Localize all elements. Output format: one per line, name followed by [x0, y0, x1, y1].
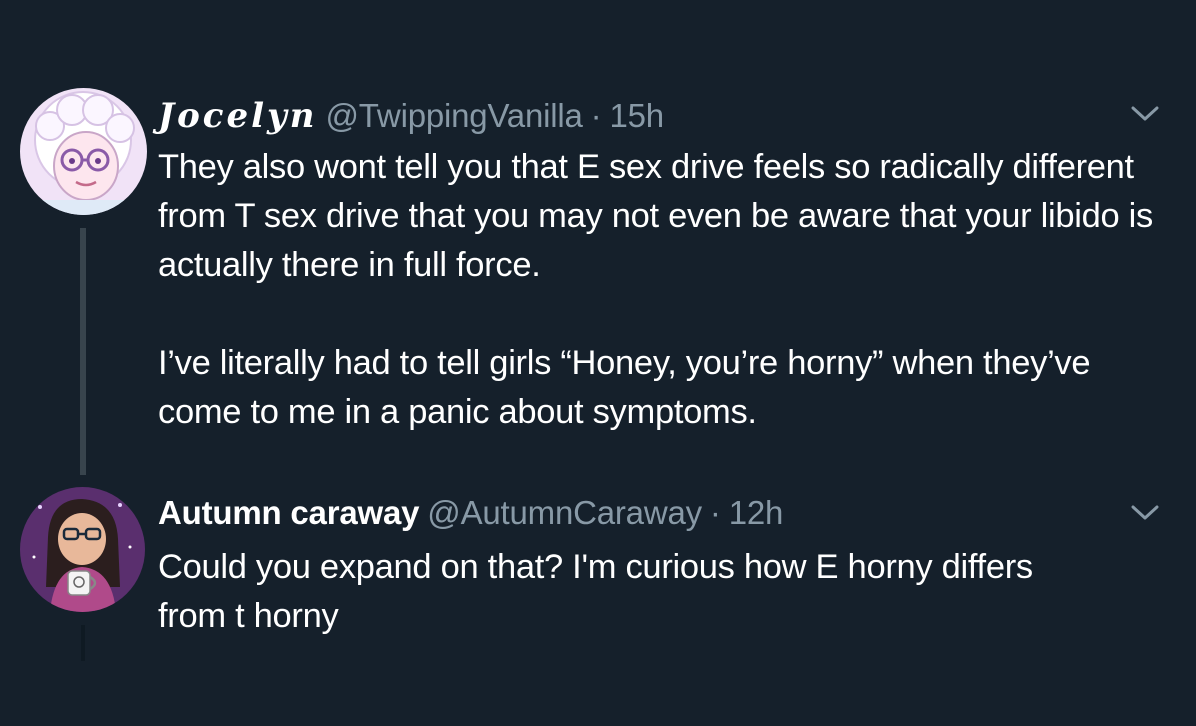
thread-line	[80, 228, 86, 475]
cartoon-girl-with-mug-avatar	[20, 487, 145, 612]
display-name[interactable]: Jocelyn	[158, 96, 318, 136]
user-handle[interactable]: @AutumnCaraway	[427, 494, 702, 531]
avatar[interactable]	[20, 88, 147, 215]
tweet-2[interactable]: Autumn caraway @AutumnCaraway · 12h Could y…	[0, 480, 1196, 726]
tweet-1[interactable]: Jocelyn @TwippingVanilla · 15h They also wo…	[0, 0, 1196, 480]
cartoon-woman-avatar	[20, 88, 147, 215]
timestamp[interactable]: 15h	[609, 97, 664, 134]
separator-dot: ·	[590, 97, 602, 134]
separator-dot: ·	[709, 494, 721, 531]
chevron-down-icon[interactable]	[1130, 104, 1160, 124]
tweet-header: Jocelyn @TwippingVanilla · 15h	[158, 96, 664, 136]
tweet-text: They also wont tell you that E sex drive…	[158, 148, 1153, 431]
user-handle[interactable]: @TwippingVanilla	[326, 97, 583, 134]
timestamp[interactable]: 12h	[729, 494, 784, 531]
display-name[interactable]: Autumn caraway	[158, 494, 419, 531]
thread-line	[81, 625, 85, 661]
chevron-down-icon[interactable]	[1130, 503, 1160, 523]
avatar[interactable]	[20, 487, 145, 612]
tweet-text: Could you expand on that? I'm curious ho…	[158, 548, 1043, 635]
tweet-header: Autumn caraway @AutumnCaraway · 12h	[158, 493, 783, 533]
